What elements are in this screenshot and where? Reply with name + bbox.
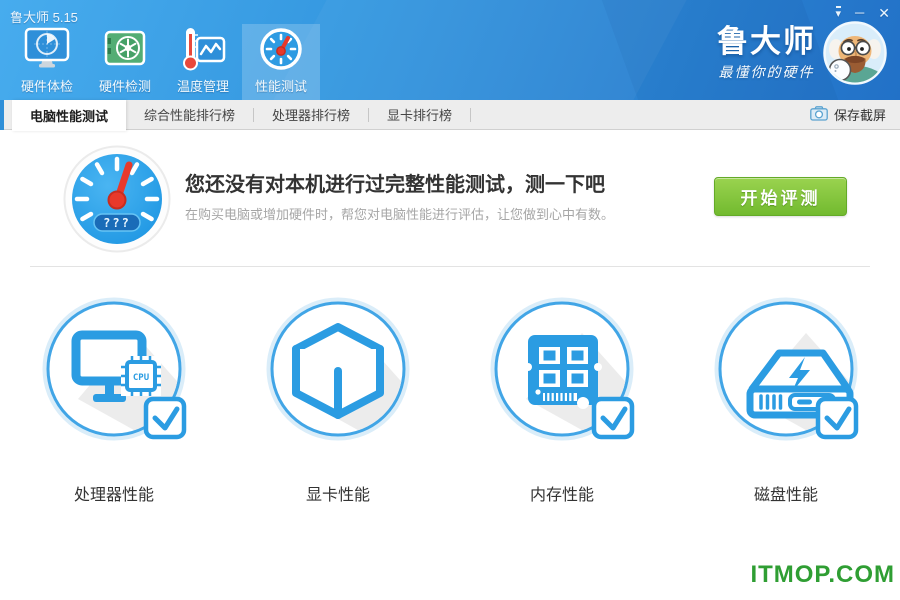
banner-subtitle: 在购买电脑或增加硬件时，帮您对电脑性能进行评估，让您做到心中有数。 (185, 207, 615, 222)
gauge-badge: ??? (103, 216, 131, 230)
start-benchmark-button[interactable]: 开始评测 (714, 177, 847, 216)
thermometer-chart-icon (179, 25, 227, 73)
nav-item-temperature[interactable]: 温度管理 (164, 24, 242, 100)
brand-tagline: 最懂你的硬件 (718, 64, 815, 81)
menu-dropdown-icon[interactable]: ▾ (835, 6, 842, 20)
nav-label: 硬件检测 (98, 79, 151, 94)
brand-logo: 鲁大师 (717, 23, 816, 59)
brand: 鲁大师 最懂你的硬件 (717, 21, 887, 85)
nav-label: 性能测试 (254, 79, 307, 94)
banner-title: 您还没有对本机进行过完整性能测试，测一下吧 (185, 174, 605, 196)
card-memory-performance[interactable]: 内存性能 (481, 295, 643, 505)
tab-gpu-ranking[interactable]: 显卡排行榜 (369, 100, 470, 129)
mascot-avatar (823, 21, 887, 85)
tab-cpu-ranking[interactable]: 处理器排行榜 (254, 100, 368, 129)
cpu-monitor-icon: CPU (34, 295, 194, 450)
save-screenshot-label: 保存截屏 (833, 108, 886, 123)
minimize-icon[interactable]: ─ (855, 5, 864, 21)
nav-item-hardware-checkup[interactable]: 硬件体检 (8, 24, 86, 100)
nav-label: 硬件体检 (20, 79, 73, 94)
tab-pc-performance-test[interactable]: 电脑性能测试 (12, 100, 127, 131)
nav-item-performance-test[interactable]: 性能测试 (242, 24, 320, 100)
speedometer-icon (257, 25, 305, 73)
nav-label: 温度管理 (176, 79, 229, 94)
tabbar: 电脑性能测试 综合性能排行榜 处理器排行榜 显卡排行榜 保存截屏 (0, 100, 900, 131)
cpu-chip-label: CPU (133, 373, 149, 383)
brand-text: 鲁大师 最懂你的硬件 (717, 23, 816, 82)
content: ??? 您还没有对本机进行过完整性能测试，测一下吧 在购买电脑或增加硬件时，帮您… (0, 130, 900, 599)
window-controls: ▾ ─ ✕ (835, 5, 890, 21)
watermark: ITMOP.COM (750, 561, 895, 588)
card-gpu-performance[interactable]: 显卡性能 (257, 295, 419, 505)
close-icon[interactable]: ✕ (878, 5, 890, 21)
card-disk-performance[interactable]: 磁盘性能 (705, 295, 867, 505)
memory-module-icon (482, 295, 642, 450)
card-label: 磁盘性能 (753, 487, 818, 504)
divider (30, 266, 870, 267)
main-nav: 硬件体检 硬件检测 温度管理 性能测试 (8, 24, 320, 100)
camera-icon (810, 105, 828, 124)
speedometer-gauge-icon: ??? (62, 144, 172, 254)
test-cards: CPU 处理器性能 显卡性能 内存性能 磁盘性能 (0, 295, 900, 505)
disk-drive-icon (706, 295, 866, 450)
tab-separator (470, 107, 472, 122)
card-label: 显卡性能 (305, 487, 370, 504)
test-banner: ??? 您还没有对本机进行过完整性能测试，测一下吧 在购买电脑或增加硬件时，帮您… (0, 130, 900, 266)
save-screenshot-button[interactable]: 保存截屏 (796, 100, 900, 129)
tabbar-left-accent (0, 100, 4, 130)
gpu-card-icon (101, 25, 149, 73)
tab-overall-ranking[interactable]: 综合性能排行榜 (126, 100, 253, 129)
card-label: 处理器性能 (73, 487, 154, 504)
card-cpu-performance[interactable]: CPU 处理器性能 (33, 295, 195, 505)
monitor-radar-icon (23, 25, 71, 73)
gpu-cube-icon (258, 295, 418, 450)
header: 鲁大师 5.15 ▾ ─ ✕ 硬件体检 硬件检测 温度管理 性能测试 鲁大师 最… (0, 0, 900, 100)
card-label: 内存性能 (529, 487, 594, 504)
nav-item-hardware-detect[interactable]: 硬件检测 (86, 24, 164, 100)
